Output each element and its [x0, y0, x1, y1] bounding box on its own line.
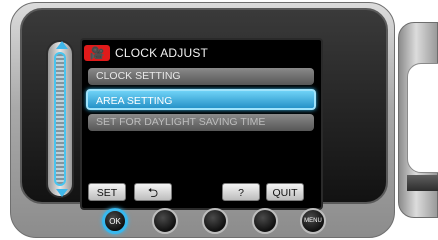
hardware-button-3[interactable] [202, 208, 228, 234]
menu-button[interactable]: MENU [300, 208, 326, 234]
camcorder-icon: 🎥 [84, 45, 110, 61]
set-button[interactable]: SET [88, 183, 126, 201]
hardware-button-2[interactable] [152, 208, 178, 234]
lcd-screen: 🎥 CLOCK ADJUST CLOCK SETTING AREA SETTIN… [80, 38, 323, 210]
hardware-buttons: OK MENU [102, 208, 344, 236]
hinge-cutout [407, 63, 438, 173]
menu-title: CLOCK ADJUST [115, 46, 209, 60]
menu-title-bar: 🎥 CLOCK ADJUST [84, 44, 320, 62]
softkey-bar: SET ⮌ ? QUIT [84, 183, 320, 205]
ok-button[interactable]: OK [102, 208, 128, 234]
quit-button[interactable]: QUIT [266, 183, 304, 201]
help-button[interactable]: ? [222, 183, 260, 201]
hinge-band [407, 175, 438, 191]
slider-highlight [54, 52, 66, 186]
back-button[interactable]: ⮌ [134, 183, 172, 201]
menu-item-area-setting[interactable]: AREA SETTING [86, 89, 316, 110]
hardware-button-4[interactable] [252, 208, 278, 234]
scroll-down-icon[interactable] [56, 189, 68, 197]
menu-item-clock-setting[interactable]: CLOCK SETTING [88, 68, 314, 85]
scroll-up-icon[interactable] [56, 41, 68, 49]
lcd-hinge [398, 22, 438, 218]
scroll-slider[interactable] [46, 40, 74, 198]
menu-item-daylight-saving[interactable]: SET FOR DAYLIGHT SAVING TIME [88, 114, 314, 131]
